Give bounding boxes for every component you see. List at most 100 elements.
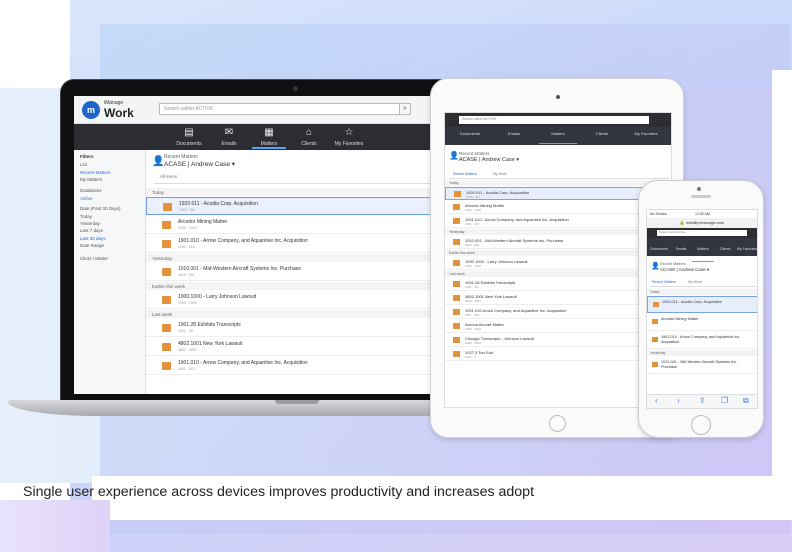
sidebar-item[interactable]: Date Range [80, 243, 104, 248]
filters-sidebar: Filters List Recent Matters My Matters Datab… [74, 150, 146, 394]
phone-list-item[interactable]: 1010.001 - Mid-Western Aircraft Systems … [647, 357, 757, 374]
sidebar-item[interactable]: List [80, 162, 87, 167]
phone-status-bar: No Service 12:00 AM [647, 210, 757, 218]
user-selector[interactable]: ACASE | Andrew Case ▾ [164, 160, 235, 168]
phone-tab-recent-matters[interactable]: Recent Matters [652, 280, 676, 284]
tablet-search-input[interactable]: Search within ACTIVE [459, 116, 649, 124]
nav-matters[interactable]: ▦ Matters [252, 127, 286, 149]
tablet-camera [556, 95, 560, 99]
nav-favorites[interactable]: ☆ My Favorites [332, 127, 366, 147]
stage: m iManage Work Search within ACTIVE ⌕ ▤ D… [0, 0, 792, 552]
tablet-row-subtitle: 0100 · 1010 [465, 208, 482, 212]
matter-icon [162, 268, 171, 276]
sidebar-item[interactable]: Recent Matters [80, 170, 111, 175]
row-title: 1000.1000 - Larry Johnson Lawsuit [178, 294, 257, 300]
sidebar-item[interactable]: Databases [80, 188, 102, 193]
search-icon: ⌕ [403, 105, 407, 112]
matter-icon [454, 191, 461, 197]
row-subtitle: 1920 · 011 [179, 208, 196, 212]
tablet-recent-matters-label: Recent Matters [459, 151, 490, 156]
phone-search-input[interactable]: Search within Active [657, 230, 747, 236]
tablet-row-title: 1901.010 - Arrow Company, and Aquantive … [465, 217, 569, 222]
matter-icon [653, 302, 659, 307]
nav-label: My Favorites [334, 141, 364, 147]
sidebar-item[interactable]: Last 30 days [80, 236, 106, 241]
tablet-home-button[interactable] [549, 415, 566, 432]
tablet-row-subtitle: 1901 · 010 [465, 222, 480, 226]
phone-header: Search within Active [647, 228, 757, 238]
matter-icon [162, 343, 171, 351]
tablet-person-icon: 👤 [449, 151, 459, 160]
phone-list-item[interactable]: 1920.011 - Acodia Corp. Acquisition [647, 296, 757, 313]
sidebar-item[interactable]: Client / Matter [80, 256, 108, 261]
nav-clients[interactable]: ⌂ Clients [292, 127, 326, 147]
forward-icon[interactable]: › [677, 396, 680, 405]
tablet-row-subtitle: 1001 · 28 [465, 285, 478, 289]
phone-tab-my-work[interactable]: My Work [688, 280, 702, 284]
phone-list-item[interactable]: Arcodor Mining Matter [647, 314, 757, 331]
matter-icon [162, 296, 171, 304]
filter-label: All items [160, 174, 178, 179]
tablet-tabs: Recent Matters My Work [449, 171, 669, 179]
phone-nav-item[interactable]: Clients [714, 247, 736, 251]
row-title: Arcodor Mining Matter [178, 219, 228, 225]
phone-group-header: Today [647, 289, 757, 295]
row-subtitle: 1000 · 1000 [178, 301, 197, 305]
tablet-row-subtitle: 1920 · 011 [466, 195, 481, 199]
phone-nav-item[interactable]: Matters [692, 247, 714, 262]
tab-my-work[interactable]: My Work [493, 172, 507, 176]
tablet-nav-item[interactable]: Matters [539, 131, 577, 144]
matter-icon [163, 203, 172, 211]
phone-nav-bar: Documents Emails Matters Clients My Favorite… [647, 238, 757, 262]
sidebar-item[interactable]: Yesterday [80, 221, 100, 226]
phone-group-header: Yesterday [647, 350, 757, 356]
row-subtitle: 1901 · 010 [178, 245, 195, 249]
phone-user-selector[interactable]: ACASE | Andrew Case ▾ [660, 267, 709, 273]
tabs-icon[interactable]: ⧉ [743, 396, 749, 406]
phone-row-title: 1901.010 - Arrow Company, and Aquantive … [661, 335, 741, 344]
row-subtitle: 1010 · 001 [178, 273, 195, 277]
search-input[interactable]: Search within ACTIVE ⌕ [159, 103, 411, 115]
share-icon[interactable]: ⇪ [699, 396, 706, 405]
tablet-nav-item[interactable]: My Favorites [627, 131, 665, 136]
phone-screen: No Service 12:00 AM 🔒 mobility.imanage.c… [646, 209, 758, 409]
tablet-row-subtitle: 1027 · 3 [465, 355, 477, 359]
nav-label: Documents [176, 141, 202, 147]
back-icon[interactable]: ‹ [655, 396, 658, 405]
matter-icon [652, 319, 658, 324]
row-subtitle: 1901 · 010 [178, 367, 195, 371]
phone-list-item[interactable]: 1901.010 - Arrow Company, and Aquantive … [647, 332, 757, 349]
sidebar-item[interactable]: Date (Past 30 Days) [80, 206, 121, 211]
tab-recent-matters[interactable]: Recent Matters [453, 172, 477, 176]
matter-icon [652, 362, 658, 367]
tablet-user-selector[interactable]: ACASE | Andrew Case ▾ [459, 157, 519, 163]
phone-home-button[interactable] [691, 415, 711, 435]
sidebar-item[interactable]: Filters [80, 154, 94, 159]
matter-icon [453, 281, 460, 287]
nav-emails[interactable]: ✉ Emails [212, 127, 246, 147]
matter-icon [453, 323, 460, 329]
phone-nav-item[interactable]: Emails [670, 247, 692, 251]
tablet-nav-item[interactable]: Emails [495, 131, 533, 136]
phone-nav-item[interactable]: My Favorites [736, 247, 757, 251]
phone-row-title: 1010.001 - Mid-Western Aircraft Systems … [661, 360, 738, 369]
sidebar-item[interactable]: Last 7 days [80, 228, 103, 233]
url-bar[interactable]: 🔒 mobility.imanage.com [647, 218, 757, 228]
phone-person-icon: 👤 [651, 263, 660, 270]
nav-label: Matters [260, 141, 278, 147]
bookmarks-icon[interactable]: ❐ [721, 396, 728, 405]
nav-documents[interactable]: ▤ Documents [172, 127, 206, 147]
sidebar-item[interactable]: Today [80, 214, 92, 219]
sidebar-item[interactable]: My Matters [80, 177, 102, 182]
matter-icon [453, 260, 460, 266]
tablet-nav-item[interactable]: Documents [451, 131, 489, 136]
search-button[interactable]: ⌕ [399, 103, 411, 115]
matter-icon [162, 362, 171, 370]
laptop-camera [293, 86, 298, 91]
sidebar-item[interactable]: Active [80, 196, 92, 201]
person-icon: 👤 [152, 156, 165, 167]
matter-icon [162, 324, 171, 332]
tablet-group-header: Today [445, 180, 671, 186]
tablet-nav-item[interactable]: Clients [583, 131, 621, 136]
phone-nav-item[interactable]: Documents [648, 247, 670, 251]
